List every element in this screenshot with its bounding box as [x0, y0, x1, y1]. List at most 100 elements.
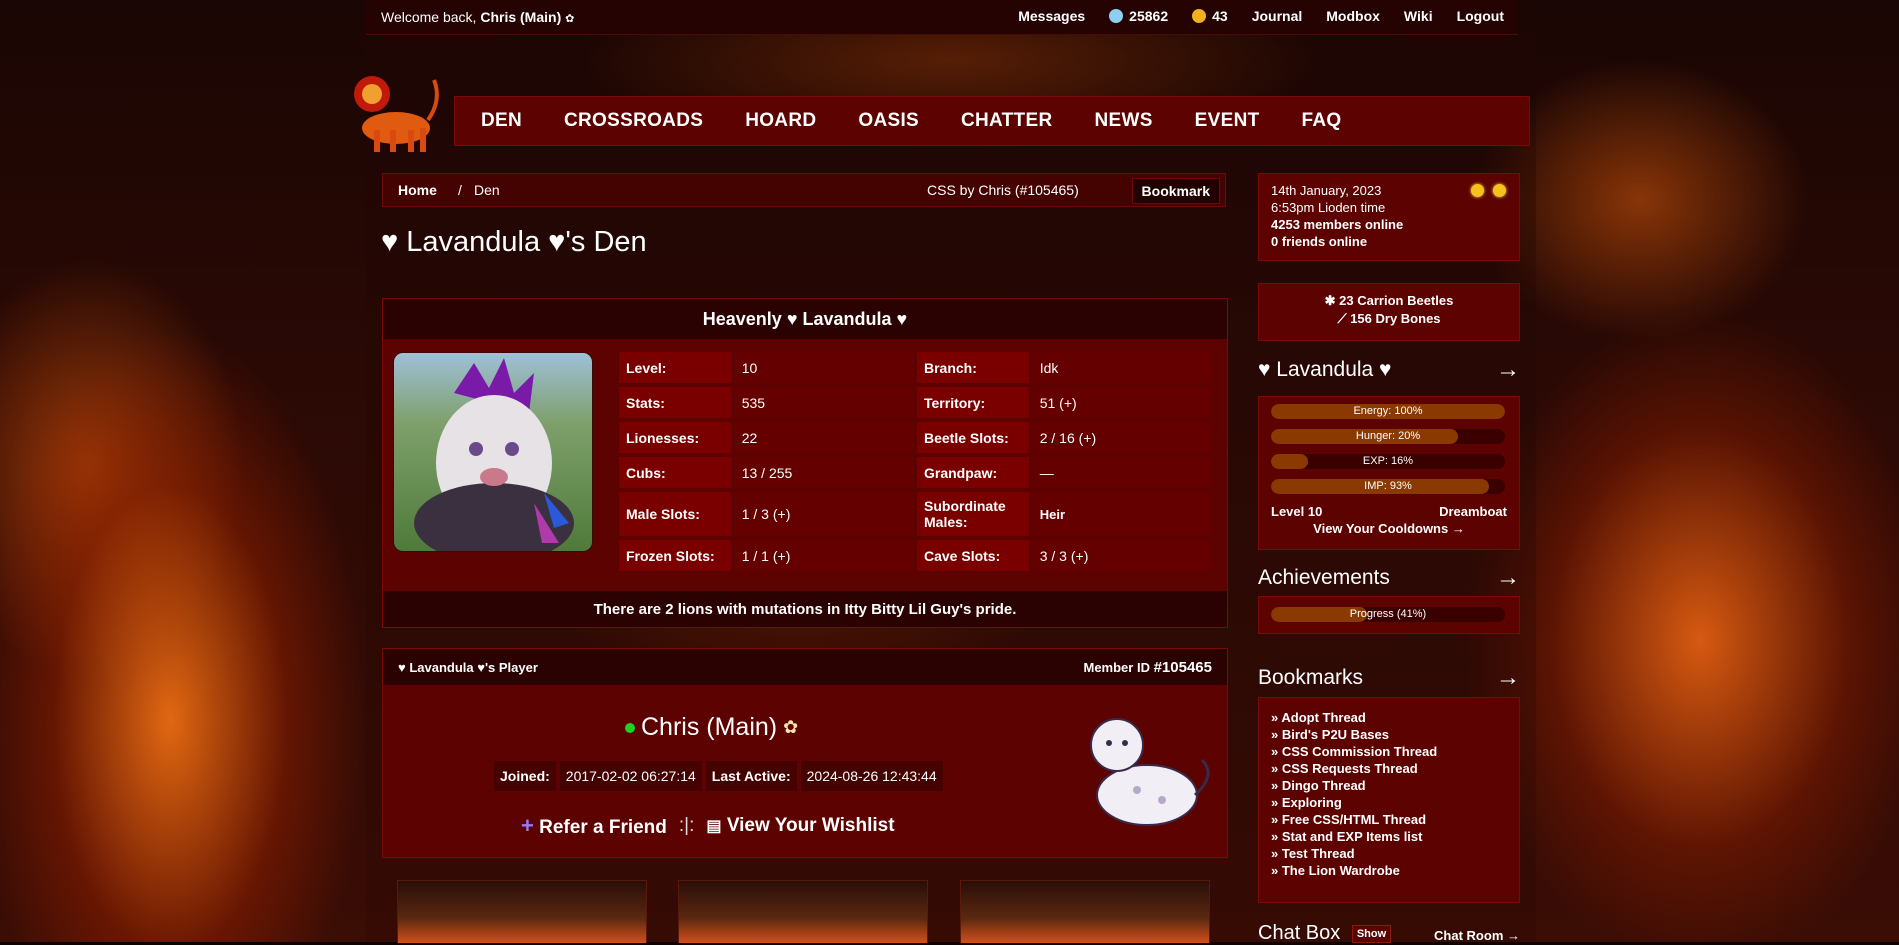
lion-portrait-image	[414, 358, 574, 551]
top-links: Messages 25862 43 Journal Modbox Wiki Lo…	[1018, 8, 1504, 24]
lion-name: Heavenly ♥ Lavandula ♥	[383, 299, 1227, 339]
chat-show-button[interactable]: Show	[1351, 924, 1392, 943]
bookmark-button[interactable]: Bookmark	[1131, 178, 1220, 204]
den-lion-tile[interactable]	[397, 880, 647, 943]
hunger-bar-label: Hunger: 20%	[1355, 430, 1421, 442]
sidebar-lion-title: ♥ Lavandula ♥ →	[1258, 356, 1520, 384]
refer-friend-link[interactable]: + Refer a Friend	[521, 813, 667, 839]
nav-hoard[interactable]: HOARD	[745, 110, 816, 132]
bookmark-link[interactable]: » Dingo Thread	[1271, 778, 1366, 793]
welcome-prefix: Welcome back,	[381, 9, 477, 25]
achievement-progress-label: Progress (41%)	[1349, 608, 1427, 620]
bookmark-link[interactable]: » Bird's P2U Bases	[1271, 727, 1389, 742]
stat-label: Frozen Slots:	[619, 540, 731, 571]
lion-portrait[interactable]	[393, 352, 593, 552]
bookmark-link[interactable]: » CSS Commission Thread	[1271, 744, 1437, 759]
nav-chatter[interactable]: CHATTER	[961, 110, 1052, 132]
journal-link[interactable]: Journal	[1252, 8, 1303, 24]
wiki-link[interactable]: Wiki	[1404, 8, 1433, 24]
bookmark-link[interactable]: » CSS Requests Thread	[1271, 761, 1418, 776]
stat-value: 22	[734, 422, 913, 453]
stat-value[interactable]: 51 (+)	[1032, 387, 1211, 418]
beetles-label: 23 Carrion Beetles	[1339, 293, 1454, 308]
stat-value: 10	[734, 352, 913, 383]
exp-bar: EXP: 16%	[1271, 454, 1505, 469]
bones-label: 156 Dry Bones	[1350, 311, 1441, 326]
sun-icon	[1493, 184, 1506, 197]
bones-count[interactable]: ⟋ 156 Dry Bones	[1259, 311, 1519, 327]
den-lion-tile[interactable]	[960, 880, 1210, 943]
stat-value[interactable]: 2 / 16 (+)	[1032, 422, 1211, 453]
stat-label: Cave Slots:	[917, 540, 1029, 571]
bookmark-link[interactable]: » Free CSS/HTML Thread	[1271, 812, 1426, 827]
currency-sb-value: 25862	[1129, 8, 1169, 24]
page-wrapper: Welcome back, Chris (Main) ✿ Messages 25…	[354, 0, 1536, 944]
modbox-link[interactable]: Modbox	[1326, 8, 1380, 24]
date-box: 14th January, 2023 6:53pm Lioden time 42…	[1258, 173, 1520, 261]
nav-faq[interactable]: FAQ	[1302, 110, 1342, 132]
stat-label: Grandpaw:	[917, 457, 1029, 488]
stats-row: Cubs: 13 / 255 Grandpaw: —	[619, 457, 1211, 488]
achievements-label[interactable]: Achievements	[1258, 566, 1390, 589]
stat-value[interactable]: Heir	[1032, 492, 1211, 536]
beetle-icon: ✱	[1324, 293, 1336, 308]
last-active-label: Last Active:	[705, 761, 797, 791]
stat-label: Territory:	[917, 387, 1029, 418]
divider: :|:	[678, 815, 695, 836]
messages-link[interactable]: Messages	[1018, 8, 1085, 24]
player-name-link[interactable]: Chris (Main)	[641, 713, 777, 742]
exp-bar-label: EXP: 16%	[1362, 455, 1414, 467]
members-online[interactable]: 4253 members online	[1271, 217, 1403, 232]
wishlist-label: View Your Wishlist	[726, 815, 895, 836]
bookmark-link[interactable]: » The Lion Wardrobe	[1271, 863, 1400, 878]
stat-label: Cubs:	[619, 457, 731, 488]
arrow-right-icon[interactable]: →	[1496, 664, 1520, 692]
arrow-right-icon[interactable]: →	[1496, 564, 1520, 592]
top-bar: Welcome back, Chris (Main) ✿ Messages 25…	[366, 0, 1518, 35]
chat-room-link[interactable]: Chat Room →	[1434, 928, 1520, 943]
bookmarks-box: » Adopt Thread » Bird's P2U Bases » CSS …	[1258, 697, 1520, 903]
breadcrumb-current: Den	[474, 182, 500, 198]
energy-bar: Energy: 100%	[1271, 404, 1505, 419]
scroll-icon: ▤	[706, 818, 722, 835]
refer-friend-label: Refer a Friend	[539, 817, 667, 838]
bookmark-link[interactable]: » Adopt Thread	[1271, 710, 1366, 725]
bookmark-link[interactable]: » Stat and EXP Items list	[1271, 829, 1422, 844]
bookmark-link[interactable]: » Test Thread	[1271, 846, 1355, 861]
stat-value[interactable]: 1 / 1 (+)	[734, 540, 913, 571]
stats-row: Stats: 535 Territory: 51 (+)	[619, 387, 1211, 418]
nav-news[interactable]: NEWS	[1094, 110, 1152, 132]
lion-level: Level 10	[1271, 504, 1323, 519]
cooldowns-link[interactable]: View Your Cooldowns →	[1259, 521, 1519, 536]
stat-value: —	[1032, 457, 1211, 488]
nav-crossroads[interactable]: CROSSROADS	[564, 110, 703, 132]
username-link[interactable]: Chris (Main)	[480, 9, 561, 25]
lion-logo[interactable]	[346, 60, 446, 158]
bookmark-link[interactable]: » Exploring	[1271, 795, 1342, 810]
mutation-note: There are 2 lions with mutations in Itty…	[383, 591, 1227, 627]
lion-status-bars: Energy: 100% Hunger: 20% EXP: 16% IMP: 9…	[1258, 396, 1520, 550]
den-lion-tile[interactable]	[678, 880, 928, 943]
plus-icon: +	[521, 813, 534, 838]
arrow-right-icon[interactable]: →	[1496, 356, 1520, 384]
currency-sb[interactable]: 25862	[1109, 8, 1168, 24]
nav-oasis[interactable]: OASIS	[858, 110, 919, 132]
wishlist-link[interactable]: ▤ View Your Wishlist	[706, 815, 894, 837]
friends-online[interactable]: 0 friends online	[1271, 234, 1367, 249]
stats-row: Level: 10 Branch: Idk	[619, 352, 1211, 383]
beetles-count[interactable]: ✱ 23 Carrion Beetles	[1259, 293, 1519, 309]
breadcrumb-home[interactable]: Home	[398, 182, 437, 198]
sidebar-lion-name[interactable]: ♥ Lavandula ♥	[1258, 358, 1392, 381]
member-id-value: #105465	[1153, 659, 1212, 676]
stat-value[interactable]: 3 / 3 (+)	[1032, 540, 1211, 571]
nav-event[interactable]: EVENT	[1195, 110, 1260, 132]
bookmarks-label[interactable]: Bookmarks	[1258, 666, 1363, 689]
achievements-box: Progress (41%)	[1258, 596, 1520, 634]
logout-link[interactable]: Logout	[1457, 8, 1504, 24]
online-status-icon	[625, 722, 635, 733]
joined-label: Joined:	[494, 761, 556, 791]
stat-value[interactable]: 1 / 3 (+)	[734, 492, 913, 536]
currency-gb[interactable]: 43	[1192, 8, 1228, 24]
nav-den[interactable]: DEN	[481, 110, 522, 132]
member-id-label: Member ID	[1083, 660, 1150, 675]
